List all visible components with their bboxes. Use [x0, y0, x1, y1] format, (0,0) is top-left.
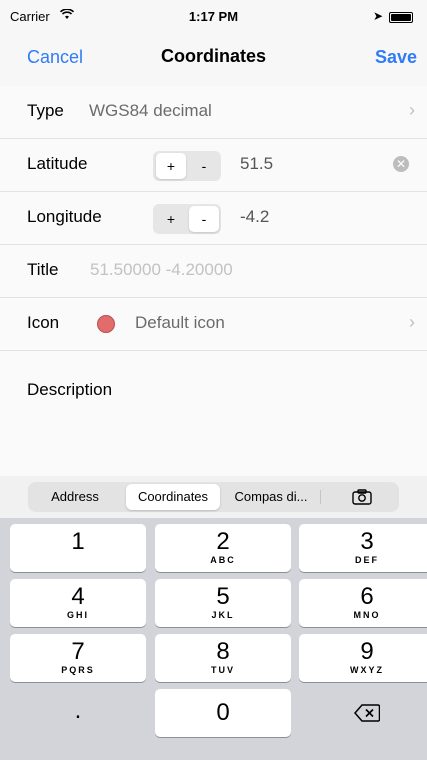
page-title: Coordinates	[160, 46, 266, 66]
key-4[interactable]: 4 GHI	[10, 579, 146, 627]
latitude-field[interactable]: 51.5	[240, 154, 273, 174]
description-label: Description	[27, 380, 113, 399]
title-label: Title	[27, 260, 59, 279]
longitude-label: Longitude	[27, 207, 102, 226]
location-arrow-icon: ➤	[372, 9, 383, 23]
longitude-minus-button[interactable]: -	[189, 206, 219, 232]
key-1-digit: 1	[71, 528, 85, 555]
description-row[interactable]: Description	[0, 351, 427, 475]
key-3-letters: DEF	[355, 555, 379, 565]
marker-color-dot-icon	[97, 315, 115, 333]
title-row: Title 51.50000 -4.20000	[0, 245, 427, 298]
status-time: 1:17 PM	[188, 9, 239, 24]
segment-coordinates[interactable]: Coordinates	[126, 484, 220, 510]
input-mode-bar: Address Coordinates Compas di...	[0, 476, 427, 518]
key-7-digit: 7	[71, 638, 85, 665]
type-value: WGS84 decimal	[89, 101, 212, 120]
numeric-keypad: 1 2 ABC 3 DEF 4 GHI 5 JKL 6 MNO 7 PQRS 8 TUV 9W…	[0, 518, 427, 760]
key-8-letters: TUV	[211, 665, 235, 675]
camera-icon	[352, 489, 372, 505]
key-6[interactable]: 6 MNO	[299, 579, 427, 627]
chevron-right-icon: ›	[409, 100, 415, 120]
icon-label: Icon	[27, 313, 60, 332]
backspace-icon	[354, 704, 381, 722]
key-7[interactable]: 7 PQRS	[10, 634, 146, 682]
latitude-plus-button[interactable]: +	[156, 153, 186, 179]
key-5[interactable]: 5 JKL	[155, 579, 291, 627]
latitude-row: Latitude + - 51.5 ✕	[0, 139, 427, 192]
icon-row[interactable]: Icon Default icon ›	[0, 298, 427, 351]
type-label: Type	[27, 101, 64, 120]
key-1[interactable]: 1	[10, 524, 146, 572]
battery-icon	[389, 12, 413, 23]
save-button[interactable]: Save	[375, 47, 417, 68]
type-row[interactable]: Type WGS84 decimal ›	[0, 86, 427, 139]
delete-key[interactable]	[299, 689, 427, 737]
status-bar: Carrier 1:17 PM ➤	[0, 0, 427, 34]
key-4-digit: 4	[71, 583, 85, 610]
key-3-digit: 3	[360, 528, 374, 555]
longitude-field[interactable]: -4.2	[240, 207, 269, 227]
longitude-row: Longitude + - -4.2	[0, 192, 427, 245]
key-8[interactable]: 8 TUV	[155, 634, 291, 682]
key-5-digit: 5	[216, 583, 230, 610]
key-8-digit: 8	[216, 638, 230, 665]
key-6-digit: 6	[360, 583, 374, 610]
segment-camera[interactable]	[328, 484, 396, 510]
key-decimal[interactable]: .	[10, 689, 146, 737]
key-0-digit: 0	[216, 699, 230, 726]
key-3[interactable]: 3 DEF	[299, 524, 427, 572]
segment-divider	[320, 490, 321, 504]
key-2[interactable]: 2 ABC	[155, 524, 291, 572]
icon-value: Default icon	[135, 313, 225, 332]
latitude-minus-button[interactable]: -	[189, 153, 219, 179]
navigation-bar: Cancel Coordinates Save	[0, 34, 427, 87]
key-9[interactable]: 9 WXYZ	[299, 634, 427, 682]
key-decimal-symbol: .	[74, 697, 82, 724]
key-2-digit: 2	[216, 528, 230, 555]
segment-compass[interactable]: Compas di...	[224, 484, 318, 510]
coordinates-form: Type WGS84 decimal › Latitude + - 51.5 ✕…	[0, 86, 427, 476]
key-6-letters: MNO	[353, 610, 381, 620]
chevron-right-icon: ›	[409, 312, 415, 332]
longitude-sign-control[interactable]: + -	[153, 204, 221, 234]
key-4-letters: GHI	[66, 610, 89, 620]
key-7-letters: PQRS	[61, 665, 95, 675]
key-0[interactable]: 0	[155, 689, 291, 737]
input-mode-segmented-control: Address Coordinates Compas di...	[28, 482, 399, 512]
key-2-letters: ABC	[210, 555, 236, 565]
latitude-label: Latitude	[27, 154, 88, 173]
title-field[interactable]: 51.50000 -4.20000	[90, 260, 233, 280]
key-9-letters: WXYZ	[350, 665, 384, 675]
key-5-letters: JKL	[211, 610, 235, 620]
clear-icon[interactable]: ✕	[393, 156, 409, 172]
segment-address[interactable]: Address	[32, 484, 118, 510]
latitude-sign-control[interactable]: + -	[153, 151, 221, 181]
longitude-plus-button[interactable]: +	[156, 206, 186, 232]
key-9-digit: 9	[360, 638, 374, 665]
